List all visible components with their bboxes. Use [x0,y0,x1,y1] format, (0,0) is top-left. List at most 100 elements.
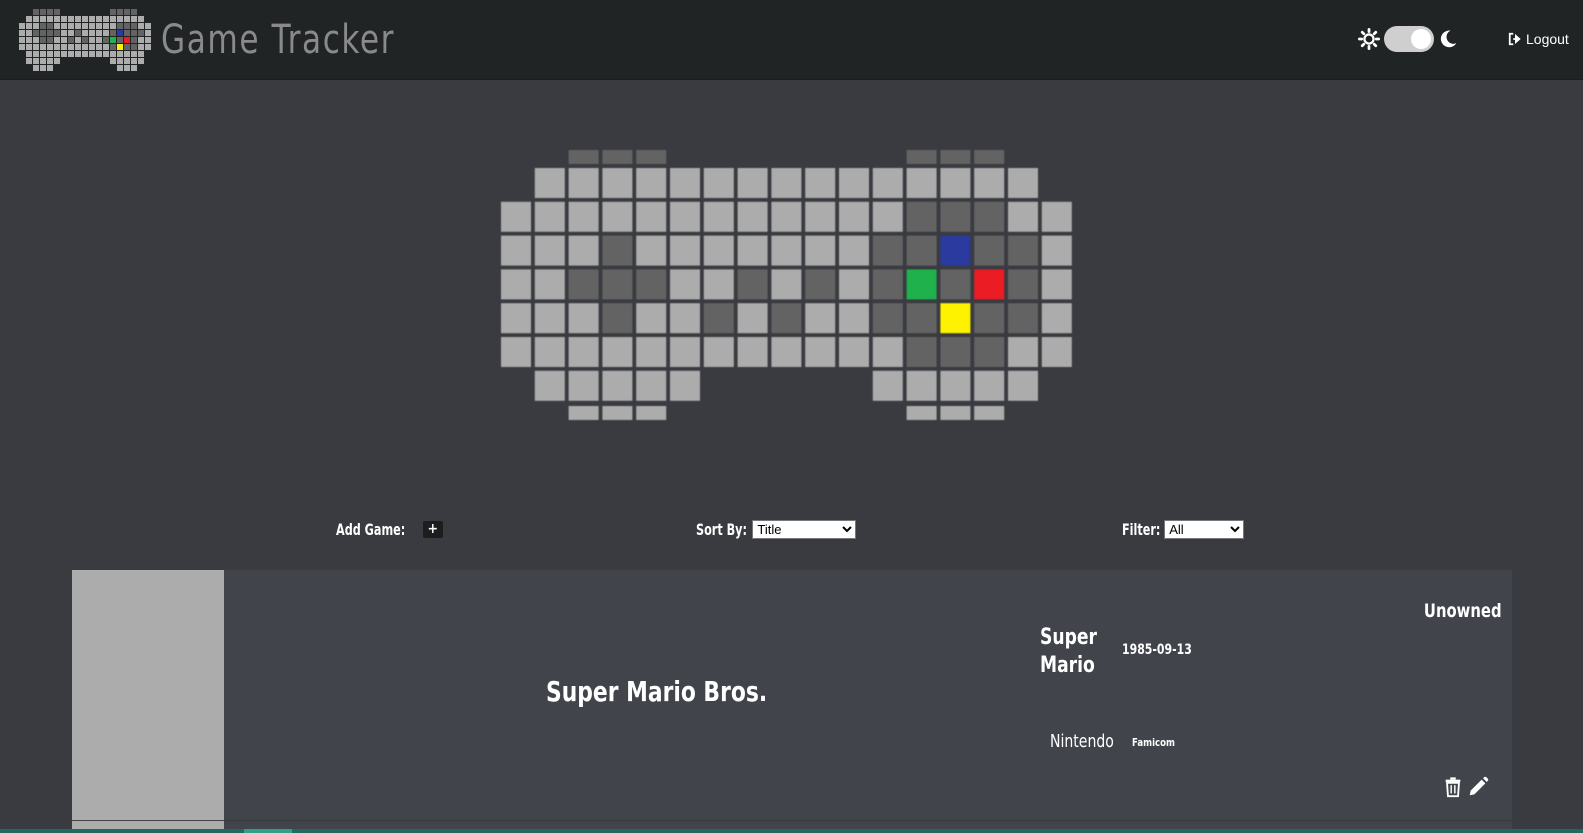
controller-pixel [940,303,971,334]
logo-pixel [53,43,60,50]
logo-pixel [25,15,32,22]
logo-pixel [68,9,74,15]
theme-switch-knob [1411,29,1431,49]
logout-link[interactable]: Logout [1508,31,1569,47]
logo-pixel [116,57,123,64]
brand[interactable]: Game Tracker [18,8,461,71]
logo-pixel [74,36,81,43]
logo-pixel [144,22,151,29]
controller-pixel [940,370,971,401]
logo-pixel [130,15,137,22]
controller-pixel [940,337,971,367]
logo-pixel [67,50,74,57]
controller-pixel [670,269,700,300]
logo-pixel [116,8,123,15]
logo-pixel [60,22,67,29]
logo-pixel [32,57,39,64]
logo-pixel [116,50,123,57]
controller-pixel-top [602,150,633,164]
controller-pixel [670,303,700,334]
controller-pixel [737,269,768,300]
add-game-button[interactable]: + [422,521,443,538]
logo-pixel [145,51,151,57]
logo-pixel [130,64,137,71]
logo-pixel [18,22,25,29]
controller-pixel [568,269,599,300]
logo-pixel [18,36,25,43]
theme-switch[interactable] [1384,26,1434,52]
logo-pixel [116,43,123,50]
controller-pixel [737,201,768,232]
logo-pixel [88,36,95,43]
logo-pixel [61,9,67,15]
logo-pixel [67,22,74,29]
controller-pixel [636,370,667,401]
logo-pixel [82,58,88,64]
controller-pixel [534,303,565,334]
logo-pixel [88,43,95,50]
logo-pixel [19,16,25,22]
app-title: Game Tracker [161,16,396,63]
logo-pixel [25,43,32,50]
controller-pixel [568,201,599,232]
logo-pixel [102,43,109,50]
logo-pixel [18,43,25,50]
controller-pixel [771,201,802,232]
controller-pixel [636,168,667,198]
pencil-icon[interactable] [1467,776,1489,798]
filter-select[interactable]: All [1164,520,1245,539]
game-series: Super Mario [1040,625,1097,678]
logo-pixel [137,36,144,43]
logo-pixel [123,64,130,71]
logo-pixel [144,36,151,43]
logo-pixel [110,65,116,71]
logo-pixel [109,8,116,15]
sort-control: Sort By: Title [696,520,857,539]
logo-pixel [32,43,39,50]
game-card[interactable]: Super Mario Bros. Super Mario 1985-09-13… [72,570,1512,833]
controller-pixel [906,303,937,334]
logo-pixel [19,65,25,71]
logo-pixel [144,29,151,36]
controller-pixel [839,168,869,198]
sort-label: Sort By: [696,520,747,539]
logo-pixel [39,36,46,43]
logo-pixel [46,64,53,71]
controller-pixel [602,337,633,367]
controller-pixel [974,235,1005,266]
logo-pixel [88,29,95,36]
logo-pixel [88,15,95,22]
logo-pixel [74,15,81,22]
controller-pixel [670,168,700,198]
logo-pixel [130,50,137,57]
logo-pixel [102,15,109,22]
logo-pixel [95,43,102,50]
trash-icon[interactable] [1442,776,1464,798]
controller-pixel [636,269,667,300]
controller-pixel [771,235,802,266]
logo-pixel [25,50,32,57]
logo-pixel [102,36,109,43]
controller-pixel [703,235,734,266]
logo-pixel [138,65,144,71]
controller-pixel [737,168,768,198]
logo-pixel [39,50,46,57]
logo-pixel [32,29,39,36]
controller-pixel [703,168,734,198]
logo-pixel [130,29,137,36]
logo-pixel [60,50,67,57]
sort-select[interactable]: Title [752,520,857,539]
controller-pixel [534,168,565,198]
logo-pixel [102,22,109,29]
controller-pixel-top [940,150,971,164]
controller-pixel [501,235,531,266]
logo-pixel [53,29,60,36]
logo-pixel [32,22,39,29]
logo-pixel [74,43,81,50]
logo-pixel [46,8,53,15]
logo-pixel [88,50,95,57]
controller-pixel [670,370,700,401]
controller-pixel [940,269,971,300]
logo-pixel [46,29,53,36]
game-title: Super Mario Bros. [546,675,768,708]
